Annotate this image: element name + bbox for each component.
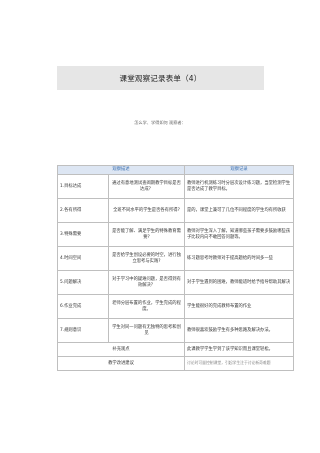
supplement-record: 此课教学学生学到了该学知识而且课堂轻松。 bbox=[184, 342, 294, 357]
question-cell: 全班不同水平的学生是否各有所得? bbox=[108, 198, 185, 223]
observation-table: 观察描述 观察记录 1.目标达成 通过有意地测试查阅期教学目标是否达成？ 教师进… bbox=[57, 165, 294, 371]
question-cell: 是否给学生创设必要的时空，进行独立思考与实践? bbox=[108, 246, 185, 271]
dimension-cell: 4.时间空间 bbox=[57, 246, 109, 271]
table-header-row: 观察描述 观察记录 bbox=[57, 165, 294, 175]
table-row: 5.问题解决 对于学习中的疑难问题，是否得到有效解决？ 对于学生遇到的困难，教师… bbox=[57, 270, 294, 295]
question-cell: 学生对同一问题有无独特的思考和创见 bbox=[108, 318, 185, 343]
observer-line: 怎么学、学得如何 观察者： bbox=[134, 120, 186, 125]
table-row: 6.作业完成 老师分层布置的作业，学生完成的程度。 学生能很好的完成教师布置的作… bbox=[57, 294, 294, 319]
header-description: 观察描述 bbox=[57, 165, 185, 175]
question-cell: 通过有意地测试查阅期教学目标是否达成？ bbox=[108, 174, 185, 199]
question-cell: 老师分层布置的作业，学生完成的程度。 bbox=[108, 294, 185, 319]
dimension-cell: 2.各有所得 bbox=[57, 198, 109, 223]
table-row: 7.规则意识 学生对同一问题有无独特的思考和创见 教师很喜欢鼓励学生有多种思路及… bbox=[57, 318, 294, 343]
table-row: 4.时间空间 是否给学生创设必要的时空，进行独立思考与实践? 练习题思考时教师对… bbox=[57, 246, 294, 271]
supplement-label: 补充观点 bbox=[57, 342, 185, 357]
record-cell: 学生能很好的完成教师布置的作业 bbox=[184, 294, 294, 319]
record-cell: 教师对学生深入了解，知道哪些孩子需要多鼓励哪些孩子比较内向不敢回答问题等。 bbox=[184, 222, 294, 247]
record-cell: 对于学生遇到的困难，教师能适时给予指导帮助其解决 bbox=[184, 270, 294, 295]
record-cell: 教师很喜欢鼓励学生有多种思路及解决办法。 bbox=[184, 318, 294, 343]
record-cell: 是的，课堂上兼可了几位不同程度的学生均有所收获 bbox=[184, 198, 294, 223]
record-cell: 练习题思考时教师对于提高题给的时间多一些 bbox=[184, 246, 294, 271]
form-title: 课堂观察记录表单（4） bbox=[57, 66, 264, 90]
improvement-row: 教学改进建议 讨论时可量控制课堂，引起学生注于讨论新奇难题 bbox=[57, 356, 294, 371]
supplement-row: 补充观点 此课教学学生学到了该学知识而且课堂轻松。 bbox=[57, 342, 294, 357]
improvement-record-cell: 讨论时可量控制课堂，引起学生注于讨论新奇难题 bbox=[184, 356, 294, 371]
header-record: 观察记录 bbox=[184, 165, 294, 175]
question-cell: 对于学习中的疑难问题，是否得到有效解决？ bbox=[108, 270, 185, 295]
improvement-record: 讨论时可量控制课堂，引起学生注于讨论新奇难题 bbox=[187, 360, 271, 365]
question-cell: 是否能了解、满足学生的特殊教育需要? bbox=[108, 222, 185, 247]
table-row: 3.特殊需要 是否能了解、满足学生的特殊教育需要? 教师对学生深入了解，知道哪些… bbox=[57, 222, 294, 247]
record-cell: 教师进行机测练习时分层次设计练习题，当堂检测学生是否达成了教学目标。 bbox=[184, 174, 294, 199]
observation-form-page: 课堂观察记录表单（4） 怎么学、学得如何 观察者： 观察描述 观察记录 1.目标… bbox=[0, 0, 320, 453]
dimension-cell: 6.作业完成 bbox=[57, 294, 109, 319]
dimension-cell: 1.目标达成 bbox=[57, 174, 109, 199]
table-row: 2.各有所得 全班不同水平的学生是否各有所得? 是的，课堂上兼可了几位不同程度的… bbox=[57, 198, 294, 223]
dimension-cell: 3.特殊需要 bbox=[57, 222, 109, 247]
dimension-cell: 5.问题解决 bbox=[57, 270, 109, 295]
table-row: 1.目标达成 通过有意地测试查阅期教学目标是否达成？ 教师进行机测练习时分层次设… bbox=[57, 174, 294, 199]
improvement-label: 教学改进建议 bbox=[57, 356, 185, 371]
dimension-cell: 7.规则意识 bbox=[57, 318, 109, 343]
